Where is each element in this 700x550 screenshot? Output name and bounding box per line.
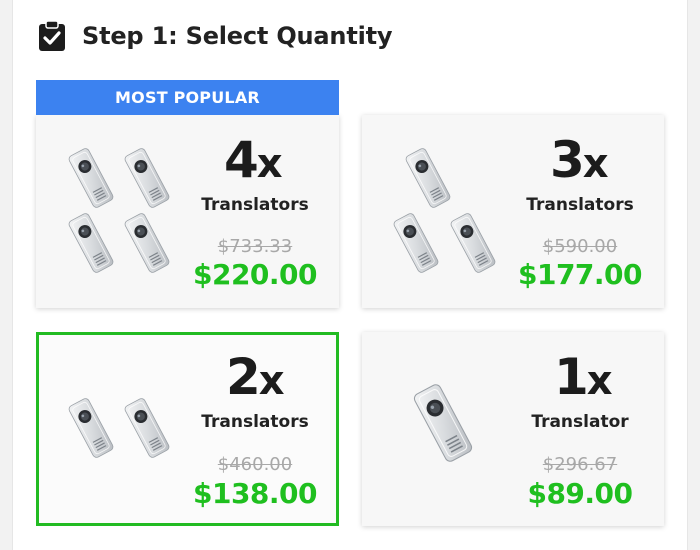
option-unit: Translators (526, 195, 634, 215)
qty-x: x (256, 141, 283, 187)
qty-number: 1 (554, 348, 589, 406)
option-old-price: $590.00 (542, 236, 618, 257)
translator-device-image (114, 145, 180, 211)
option-old-price: $460.00 (217, 454, 293, 475)
option-qty: 3x (550, 135, 609, 185)
option-qty: 2x (226, 352, 285, 402)
step-header: Step 1: Select Quantity (38, 18, 393, 54)
qty-x: x (582, 141, 609, 187)
option-unit: Translators (201, 195, 309, 215)
translator-device-image (114, 210, 180, 276)
qty-x: x (586, 358, 613, 404)
option-qty: 1x (554, 352, 613, 402)
step-title: Step 1: Select Quantity (82, 22, 393, 50)
clipboard-check-icon (38, 20, 66, 52)
qty-number: 2 (226, 348, 261, 406)
translator-device-image (395, 145, 461, 211)
option-old-price: $296.67 (542, 454, 618, 475)
option-new-price: $89.00 (527, 477, 633, 510)
option-new-price: $220.00 (192, 258, 318, 291)
option-new-price: $138.00 (192, 477, 318, 510)
translator-device-image (114, 395, 180, 461)
qty-x: x (258, 358, 285, 404)
option-unit: Translators (201, 412, 309, 432)
option-unit: Translator (531, 412, 629, 432)
option-qty: 4x (224, 135, 283, 185)
translator-device-image (440, 210, 506, 276)
qty-number: 4 (224, 131, 259, 189)
translator-device-image (400, 380, 486, 466)
qty-number: 3 (550, 131, 585, 189)
most-popular-badge: MOST POPULAR (36, 80, 339, 115)
option-new-price: $177.00 (517, 258, 643, 291)
option-old-price: $733.33 (217, 236, 293, 257)
